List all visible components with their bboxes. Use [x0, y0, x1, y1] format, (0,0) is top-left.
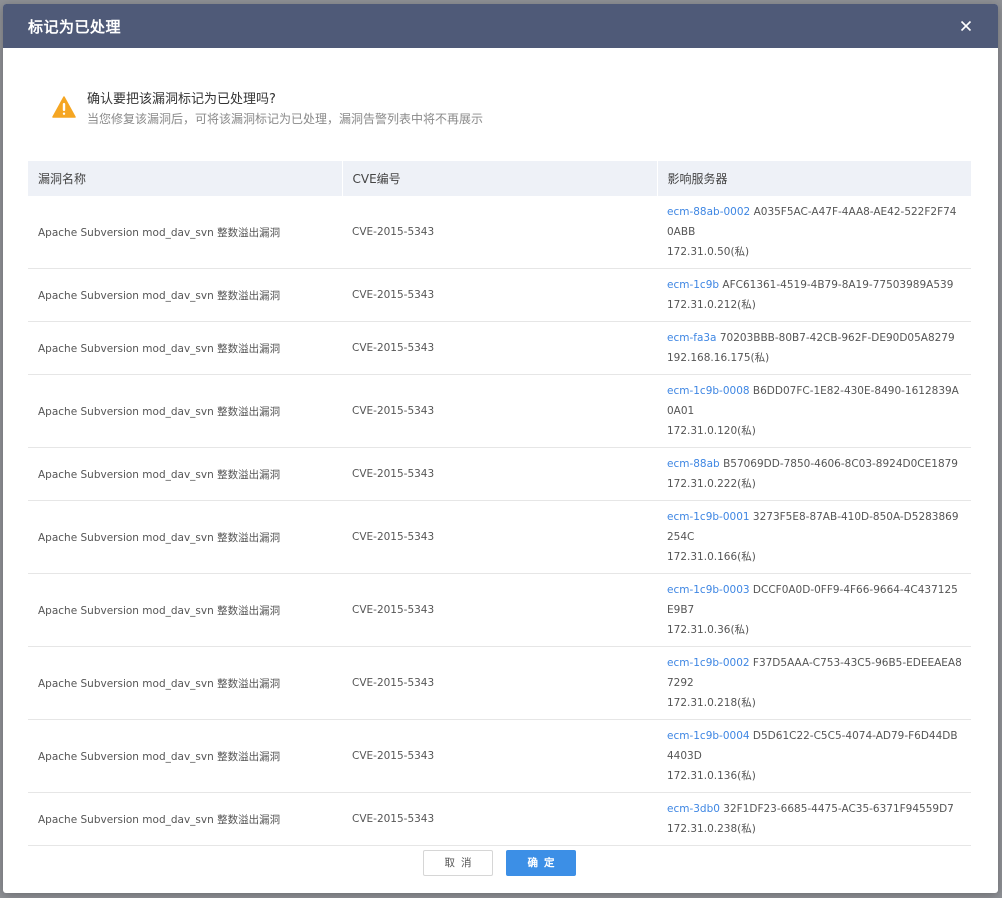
table-row: Apache Subversion mod_dav_svn 整数溢出漏洞 CVE-…: [28, 500, 971, 574]
server-name-link[interactable]: ecm-88ab-0002: [667, 206, 750, 218]
warning-triangle-icon: [52, 96, 76, 118]
vuln-name-cell: Apache Subversion mod_dav_svn 整数溢出漏洞: [28, 268, 342, 322]
cve-cell: CVE-2015-5343: [342, 268, 657, 322]
server-id: 70203BBB-80B7-42CB-962F-DE90D05A8279: [719, 332, 955, 344]
server-ip: 172.31.0.50(私): [667, 246, 750, 258]
cve-cell: CVE-2015-5343: [342, 321, 657, 375]
table-header-row: 漏洞名称 CVE编号 影响服务器: [28, 161, 971, 196]
vuln-name-cell: Apache Subversion mod_dav_svn 整数溢出漏洞: [28, 374, 342, 448]
server-cell: ecm-1c9b-0003 DCCF0A0D-0FF9-4F66-9664-4C…: [657, 573, 971, 647]
column-header-vuln-name: 漏洞名称: [28, 161, 343, 196]
vuln-name-cell: Apache Subversion mod_dav_svn 整数溢出漏洞: [28, 321, 342, 375]
cancel-button[interactable]: 取消: [423, 850, 493, 876]
table-row: Apache Subversion mod_dav_svn 整数溢出漏洞 CVE-…: [28, 646, 971, 720]
table-row: Apache Subversion mod_dav_svn 整数溢出漏洞 CVE-…: [28, 719, 971, 793]
vuln-name-cell: Apache Subversion mod_dav_svn 整数溢出漏洞: [28, 792, 342, 846]
server-cell: ecm-1c9b-0008 B6DD07FC-1E82-430E-8490-16…: [657, 374, 971, 448]
server-name-link[interactable]: ecm-3db0: [667, 803, 720, 815]
server-cell: ecm-1c9b-0001 3273F5E8-87AB-410D-850A-D5…: [657, 500, 971, 574]
server-cell: ecm-1c9b-0004 D5D61C22-C5C5-4074-AD79-F6…: [657, 719, 971, 793]
server-ip: 172.31.0.222(私): [667, 478, 756, 490]
server-cell: ecm-88ab-0002 A035F5AC-A47F-4AA8-AE42-52…: [657, 196, 971, 269]
server-ip: 172.31.0.36(私): [667, 624, 750, 636]
close-icon: [960, 20, 972, 32]
column-header-cve: CVE编号: [342, 161, 658, 196]
table-row: Apache Subversion mod_dav_svn 整数溢出漏洞 CVE-…: [28, 447, 971, 501]
server-name-link[interactable]: ecm-fa3a: [667, 332, 717, 344]
table-row: Apache Subversion mod_dav_svn 整数溢出漏洞 CVE-…: [28, 374, 971, 448]
dialog-header: 标记为已处理: [3, 4, 998, 48]
server-name-link[interactable]: ecm-1c9b-0003: [667, 584, 750, 596]
table-row: Apache Subversion mod_dav_svn 整数溢出漏洞 CVE-…: [28, 573, 971, 647]
cve-cell: CVE-2015-5343: [342, 719, 657, 793]
vuln-name-cell: Apache Subversion mod_dav_svn 整数溢出漏洞: [28, 573, 342, 647]
vuln-name-cell: Apache Subversion mod_dav_svn 整数溢出漏洞: [28, 646, 342, 720]
server-name-link[interactable]: ecm-1c9b: [667, 279, 719, 291]
notice-title: 确认要把该漏洞标记为已处理吗?: [87, 92, 276, 107]
notice-description: 当您修复该漏洞后，可将该漏洞标记为已处理，漏洞告警列表中将不再展示: [87, 112, 484, 126]
cve-cell: CVE-2015-5343: [342, 646, 657, 720]
server-name-link[interactable]: ecm-1c9b-0004: [667, 730, 750, 742]
mark-handled-dialog: 标记为已处理 确认要把该漏洞标记为已处理吗? 当您修复该漏洞后，可将该漏洞标记为…: [3, 4, 998, 893]
confirm-button[interactable]: 确定: [506, 850, 576, 876]
table-row: Apache Subversion mod_dav_svn 整数溢出漏洞 CVE-…: [28, 268, 971, 322]
table-row: Apache Subversion mod_dav_svn 整数溢出漏洞 CVE-…: [28, 196, 971, 269]
server-id: AFC61361-4519-4B79-8A19-77503989A539: [722, 279, 954, 291]
table-row: Apache Subversion mod_dav_svn 整数溢出漏洞 CVE-…: [28, 792, 971, 846]
server-cell: ecm-88ab B57069DD-7850-4606-8C03-8924D0C…: [657, 447, 971, 501]
dialog-title: 标记为已处理: [28, 17, 122, 36]
cve-cell: CVE-2015-5343: [342, 573, 657, 647]
vuln-name-cell: Apache Subversion mod_dav_svn 整数溢出漏洞: [28, 719, 342, 793]
cve-cell: CVE-2015-5343: [342, 792, 657, 846]
server-ip: 172.31.0.212(私): [667, 299, 756, 311]
column-header-server: 影响服务器: [667, 172, 728, 186]
server-ip: 172.31.0.120(私): [667, 425, 756, 437]
server-id: 32F1DF23-6685-4475-AC35-6371F94559D7: [723, 803, 954, 815]
server-cell: ecm-fa3a 70203BBB-80B7-42CB-962F-DE90D05…: [657, 321, 971, 375]
server-name-link[interactable]: ecm-1c9b-0001: [667, 511, 750, 523]
server-name-link[interactable]: ecm-1c9b-0008: [667, 385, 750, 397]
cve-cell: CVE-2015-5343: [342, 500, 657, 574]
server-ip: 172.31.0.136(私): [667, 770, 756, 782]
dialog-footer: 取消 确定: [3, 850, 998, 878]
server-cell: ecm-1c9b-0002 F37D5AAA-C753-43C5-96B5-ED…: [657, 646, 971, 720]
cve-cell: CVE-2015-5343: [342, 374, 657, 448]
server-id: B57069DD-7850-4606-8C03-8924D0CE1879: [723, 458, 958, 470]
vulnerability-table: 漏洞名称 CVE编号 影响服务器 Apache Subversion mod_d…: [28, 161, 971, 846]
server-ip: 172.31.0.218(私): [667, 697, 756, 709]
vuln-name-cell: Apache Subversion mod_dav_svn 整数溢出漏洞: [28, 500, 342, 574]
cve-cell: CVE-2015-5343: [342, 447, 657, 501]
server-ip: 192.168.16.175(私): [667, 352, 770, 364]
server-cell: ecm-3db0 32F1DF23-6685-4475-AC35-6371F94…: [657, 792, 971, 846]
close-button[interactable]: [956, 16, 976, 36]
table-row: Apache Subversion mod_dav_svn 整数溢出漏洞 CVE-…: [28, 321, 971, 375]
server-name-link[interactable]: ecm-1c9b-0002: [667, 657, 750, 669]
server-cell: ecm-1c9b AFC61361-4519-4B79-8A19-7750398…: [657, 268, 971, 322]
cve-cell: CVE-2015-5343: [342, 196, 657, 269]
server-ip: 172.31.0.238(私): [667, 823, 756, 835]
server-name-link[interactable]: ecm-88ab: [667, 458, 720, 470]
vuln-name-cell: Apache Subversion mod_dav_svn 整数溢出漏洞: [28, 196, 342, 269]
vuln-name-cell: Apache Subversion mod_dav_svn 整数溢出漏洞: [28, 447, 342, 501]
server-ip: 172.31.0.166(私): [667, 551, 756, 563]
